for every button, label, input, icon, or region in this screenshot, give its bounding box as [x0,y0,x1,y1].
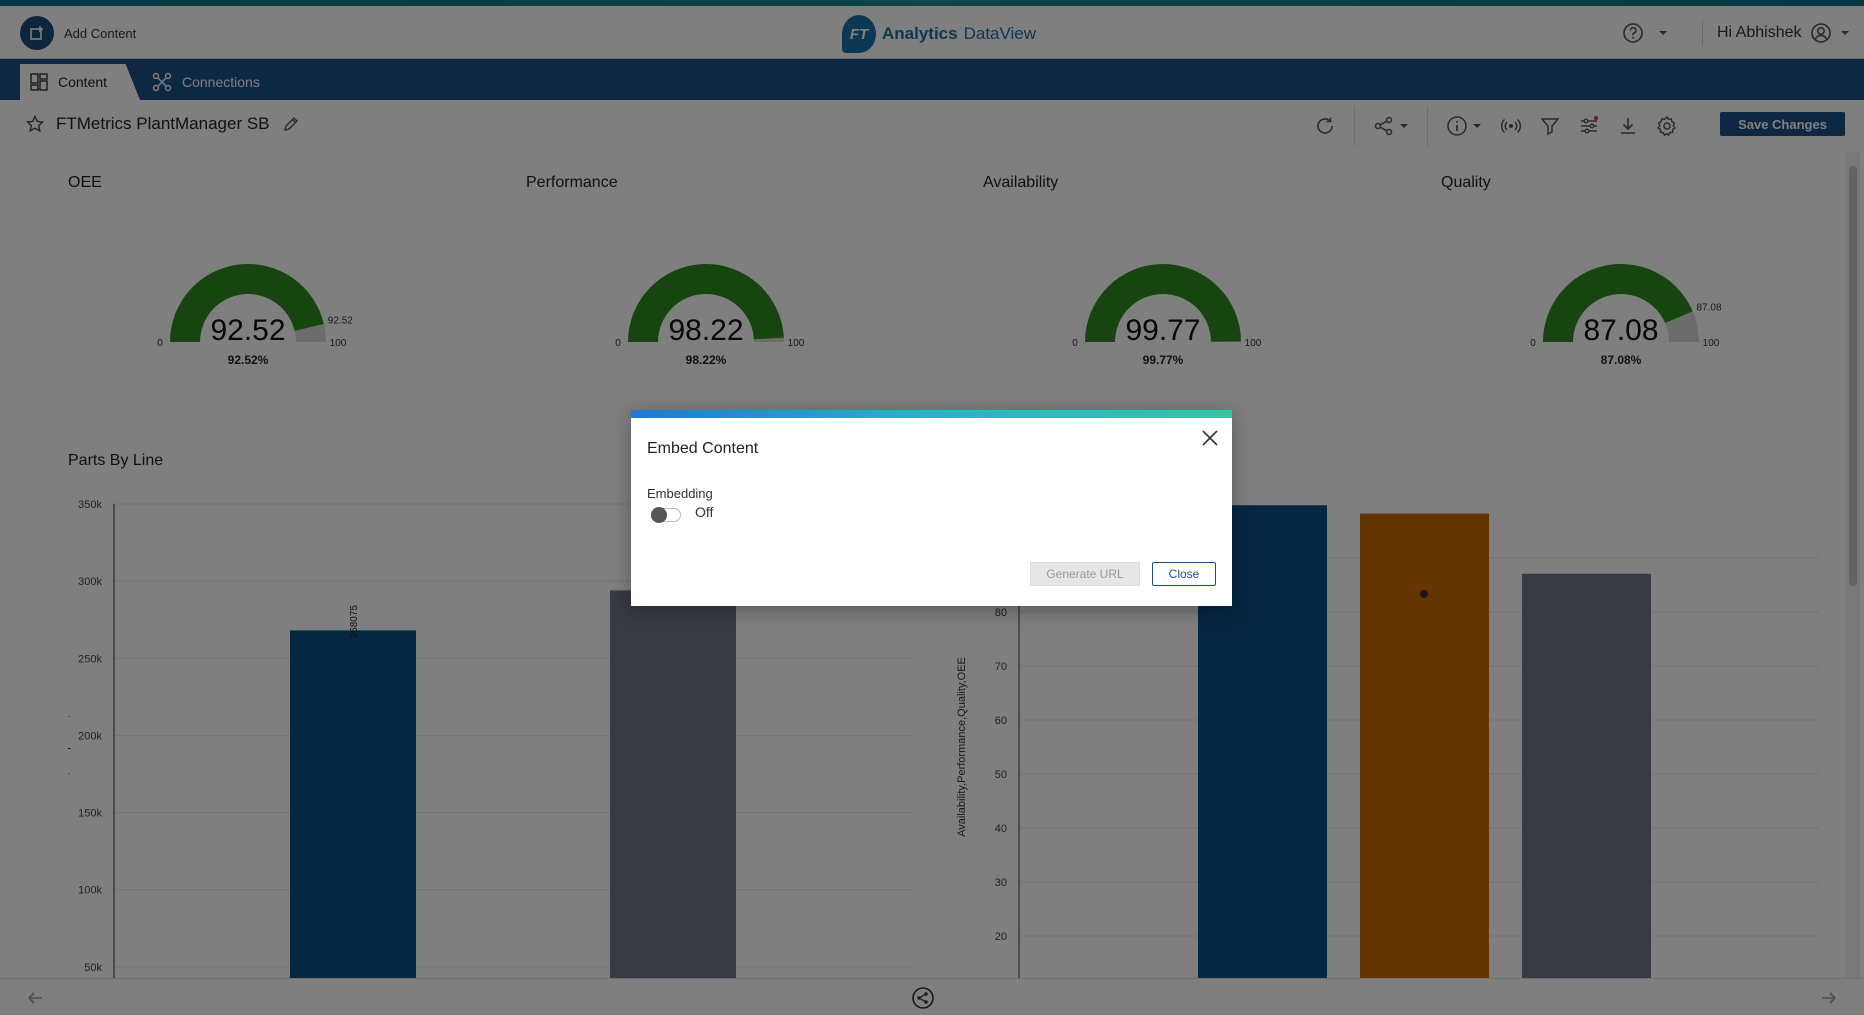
dialog-accent-bar [631,410,1232,418]
generate-url-button[interactable]: Generate URL [1030,562,1140,586]
toggle-knob [651,507,667,523]
dialog-title: Embed Content [647,440,759,457]
embedding-label: Embedding [647,486,713,501]
embedding-toggle[interactable] [651,507,681,523]
embedding-toggle-state: Off [695,504,714,520]
close-icon[interactable] [1198,426,1222,450]
embed-content-dialog: Embed Content Embedding Off Generate URL… [631,410,1232,606]
close-button[interactable]: Close [1152,562,1216,586]
app-root: Add Content FT Analytics DataView Hi Abh… [0,0,1864,1015]
